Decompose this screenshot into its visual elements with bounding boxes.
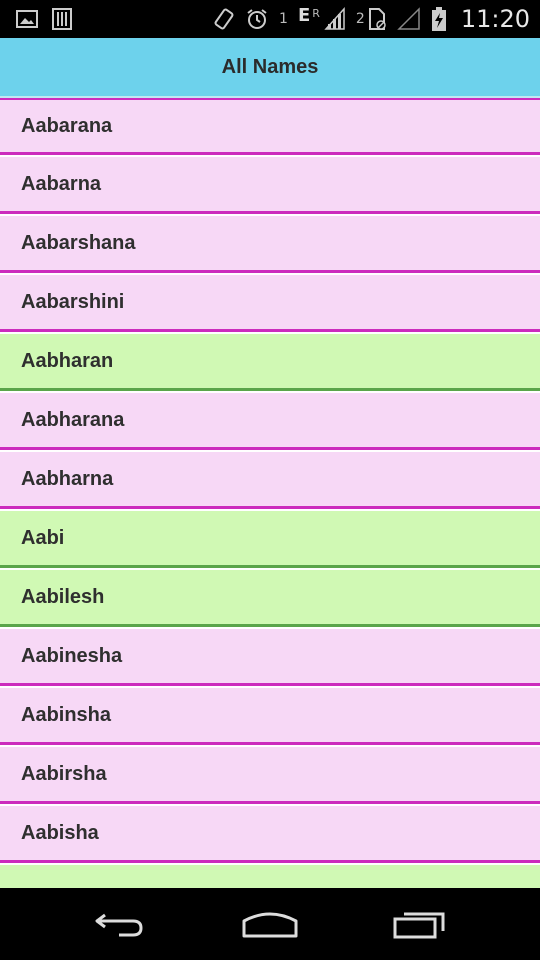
battery-charging-icon <box>431 6 447 32</box>
back-button[interactable] <box>80 902 160 946</box>
home-icon <box>242 912 298 938</box>
recent-apps-button[interactable] <box>380 902 460 946</box>
list-item-label: Aabisha <box>21 821 99 844</box>
list-item-label: Aabharan <box>21 349 114 372</box>
screen-rotation-icon <box>213 7 235 31</box>
list-item-label: Aabharna <box>21 467 114 490</box>
list-item[interactable]: Aabinesha <box>0 629 540 686</box>
status-bar: 1 E R 2 11:20 <box>0 0 540 38</box>
list-item-label: Aabinsha <box>21 703 112 726</box>
list-item-label: Aabinesha <box>21 644 123 667</box>
list-item[interactable]: Aabinsha <box>0 688 540 745</box>
list-item-label: Aabarshini <box>21 290 125 313</box>
sim-card-icon <box>367 7 387 31</box>
list-item[interactable]: Aabi <box>0 511 540 568</box>
list-item[interactable]: Aabharana <box>0 393 540 450</box>
list-item[interactable] <box>0 865 540 888</box>
home-button[interactable] <box>230 902 310 946</box>
list-item[interactable]: Aabharan <box>0 334 540 391</box>
barcode-icon <box>52 8 72 30</box>
signal-icon <box>324 7 346 31</box>
list-item[interactable]: Aabarshini <box>0 275 540 332</box>
list-item[interactable]: Aabharna <box>0 452 540 509</box>
sim-slot-1-label: 1 <box>279 11 288 27</box>
alarm-icon <box>245 7 269 31</box>
list-item-label: Aabarshana <box>21 231 136 254</box>
list-item-label: Aabharana <box>21 408 125 431</box>
recent-apps-icon <box>393 912 445 939</box>
list-item-label: Aabarana <box>21 114 113 137</box>
list-item[interactable]: Aabarna <box>0 157 540 214</box>
list-item[interactable]: Aabisha <box>0 806 540 863</box>
signal-empty-icon <box>397 7 421 31</box>
image-icon <box>16 9 38 29</box>
list-item[interactable]: Aabarana <box>0 98 540 155</box>
roaming-indicator: R <box>312 6 320 20</box>
list-item-label: Aabarna <box>21 172 102 195</box>
network-type-label: E <box>297 4 311 26</box>
back-icon <box>95 913 143 937</box>
list-item-label: Aabi <box>21 526 65 549</box>
sim-slot-2-label: 2 <box>355 11 365 27</box>
status-clock: 11:20 <box>460 5 530 33</box>
list-item[interactable]: Aabirsha <box>0 747 540 804</box>
action-bar: All Names <box>0 38 540 98</box>
list-item[interactable]: Aabilesh <box>0 570 540 627</box>
list-item-label: Aabilesh <box>21 585 105 608</box>
page-title: All Names <box>221 55 319 78</box>
list-item[interactable]: Aabarshana <box>0 216 540 273</box>
names-list[interactable]: Aabarana Aabarna Aabarshana Aabarshini Aabha… <box>0 98 540 888</box>
navigation-bar <box>0 888 540 960</box>
app-screen: 1 E R 2 11:20 All Names Aabarana Aabarna… <box>0 0 540 960</box>
list-item-label: Aabirsha <box>21 762 107 785</box>
